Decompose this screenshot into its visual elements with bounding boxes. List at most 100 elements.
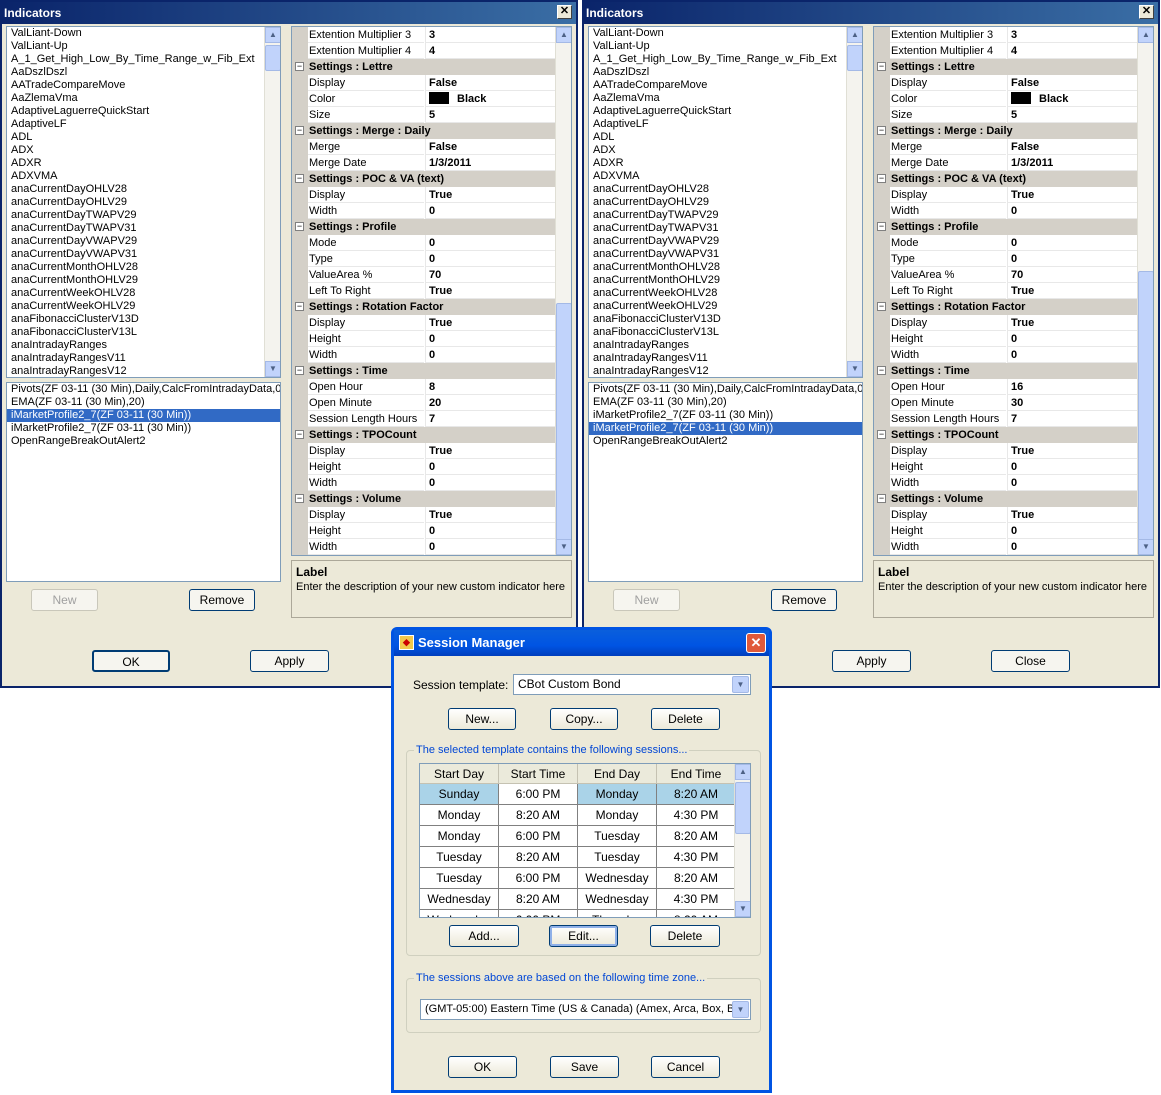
scroll-thumb[interactable] [847, 45, 862, 71]
collapse-icon[interactable]: − [877, 62, 886, 71]
property-row[interactable]: Display True [874, 443, 1139, 459]
property-category[interactable]: − Settings : TPOCount [874, 427, 1139, 443]
cell-start-day[interactable]: Wednesday [420, 910, 499, 917]
list-item[interactable]: anaCurrentDayOHLV29 [7, 196, 280, 209]
collapse-icon[interactable]: − [295, 174, 304, 183]
sessions-table[interactable]: Start Day Start Time End Day End Time Su… [419, 763, 751, 918]
new-button[interactable]: New [613, 589, 680, 611]
property-row[interactable]: Size 5 [292, 107, 557, 123]
list-item[interactable]: AdaptiveLaguerreQuickStart [7, 105, 280, 118]
property-row[interactable]: Extention Multiplier 44 [292, 43, 557, 59]
available-indicators-list[interactable]: ValLiant-Down ValLiant-Up A_1_Get_High_Low… [6, 26, 281, 378]
property-category[interactable]: − Settings : Rotation Factor [292, 299, 557, 315]
table-row[interactable]: Tuesday 6:00 PM Wednesday 8:20 AM [420, 868, 736, 889]
cell-start-day[interactable]: Monday [420, 805, 499, 826]
property-row[interactable]: Height 0 [292, 523, 557, 539]
property-value[interactable]: 70 [1007, 267, 1139, 283]
property-row[interactable]: Open Minute 30 [874, 395, 1139, 411]
property-value[interactable]: 0 [425, 539, 557, 555]
applied-indicators-list[interactable]: Pivots(ZF 03-11 (30 Min),Daily,CalcFromI… [6, 382, 281, 582]
cell-end-day[interactable]: Tuesday [578, 847, 657, 868]
list-item[interactable]: anaCurrentWeekOHLV28 [7, 287, 280, 300]
list-item[interactable]: ADL [589, 131, 862, 144]
property-value[interactable]: 0 [1007, 235, 1139, 251]
property-row[interactable]: Extention Multiplier 33 [874, 27, 1139, 43]
scroll-down-icon[interactable]: ▼ [735, 901, 750, 917]
delete-session-button[interactable]: Delete [650, 925, 720, 947]
property-value[interactable]: True [425, 187, 557, 203]
property-row[interactable]: Extention Multiplier 33 [292, 27, 557, 43]
property-value[interactable]: Black [1007, 91, 1139, 107]
property-row[interactable]: Display False [292, 75, 557, 91]
cell-end-day[interactable]: Wednesday [578, 889, 657, 910]
apply-button[interactable]: Apply [832, 650, 911, 672]
property-value[interactable]: 7 [1007, 411, 1139, 427]
property-value[interactable]: True [1007, 187, 1139, 203]
property-row[interactable]: Session Length Hours 7 [874, 411, 1139, 427]
list-item[interactable]: AaDszlDszl [589, 66, 862, 79]
cell-start-time[interactable]: 6:00 PM [499, 826, 578, 847]
list-item[interactable]: ADXVMA [7, 170, 280, 183]
property-row[interactable]: Display True [292, 507, 557, 523]
list-item[interactable]: Pivots(ZF 03-11 (30 Min),Daily,CalcFromI… [589, 383, 862, 396]
collapse-icon[interactable]: − [295, 222, 304, 231]
close-icon[interactable]: ✕ [746, 633, 766, 653]
table-row[interactable]: Wednesday6:00 PMThursday8:20 AM [420, 910, 736, 917]
list-item[interactable]: EMA(ZF 03-11 (30 Min),20) [589, 396, 862, 409]
collapse-icon[interactable]: − [295, 430, 304, 439]
property-row[interactable]: Height 0 [292, 459, 557, 475]
collapse-icon[interactable]: − [295, 62, 304, 71]
property-row[interactable]: Color Black [292, 91, 557, 107]
list-item[interactable]: ADL [7, 131, 280, 144]
list-item[interactable]: anaCurrentDayVWAPV29 [589, 235, 862, 248]
collapse-icon[interactable]: − [877, 174, 886, 183]
list-item[interactable]: AdaptiveLF [7, 118, 280, 131]
property-value[interactable]: 0 [425, 203, 557, 219]
cell-end-time[interactable]: 4:30 PM [657, 847, 736, 868]
property-value[interactable]: 0 [425, 251, 557, 267]
list-item[interactable]: anaCurrentWeekOHLV29 [7, 300, 280, 313]
property-row[interactable]: Display False [874, 75, 1139, 91]
cell-start-day[interactable]: Monday [420, 826, 499, 847]
table-row[interactable]: Monday 6:00 PM Tuesday 8:20 AM [420, 826, 736, 847]
scroll-thumb[interactable] [1138, 271, 1153, 541]
collapse-icon[interactable]: − [877, 430, 886, 439]
property-value[interactable]: 0 [425, 475, 557, 491]
column-header-start-day[interactable]: Start Day [420, 764, 499, 784]
vertical-scrollbar[interactable]: ▲ ▼ [555, 27, 571, 555]
scroll-up-icon[interactable]: ▲ [556, 27, 571, 43]
property-value[interactable]: 0 [1007, 251, 1139, 267]
property-row[interactable]: Open Hour 16 [874, 379, 1139, 395]
column-header-end-time[interactable]: End Time [657, 764, 736, 784]
property-category[interactable]: − Settings : Merge : Daily [874, 123, 1139, 139]
property-value[interactable]: 1/3/2011 [1007, 155, 1139, 171]
property-value[interactable]: True [1007, 315, 1139, 331]
list-item[interactable]: anaFibonacciClusterV13L [589, 326, 862, 339]
property-row[interactable]: Merge Date 1/3/2011 [874, 155, 1139, 171]
session-template-select[interactable]: CBot Custom Bond ▼ [513, 674, 751, 695]
scroll-up-icon[interactable]: ▲ [265, 27, 280, 43]
cell-end-day[interactable]: Monday [578, 784, 657, 805]
property-value[interactable]: 0 [425, 459, 557, 475]
property-value[interactable]: False [1007, 139, 1139, 155]
property-value[interactable]: 20 [425, 395, 557, 411]
property-row[interactable]: Display True [874, 315, 1139, 331]
applied-indicators-list[interactable]: Pivots(ZF 03-11 (30 Min),Daily,CalcFromI… [588, 382, 863, 582]
collapse-icon[interactable]: − [295, 302, 304, 311]
property-value[interactable]: 7 [425, 411, 557, 427]
property-category[interactable]: − Settings : Merge : Daily [292, 123, 557, 139]
table-row[interactable]: Tuesday 8:20 AM Tuesday 4:30 PM [420, 847, 736, 868]
list-item[interactable]: iMarketProfile2_7(ZF 03-11 (30 Min)) [589, 422, 862, 435]
list-item[interactable]: anaIntradayRangesV12 [589, 365, 862, 377]
property-value[interactable]: 5 [425, 107, 557, 123]
table-row[interactable]: Wednesday 8:20 AM Wednesday 4:30 PM [420, 889, 736, 910]
collapse-icon[interactable]: − [877, 302, 886, 311]
title-bar[interactable]: ◆ Session Manager ✕ [394, 630, 769, 656]
property-category[interactable]: − Settings : Rotation Factor [874, 299, 1139, 315]
close-icon[interactable]: ✕ [557, 5, 572, 19]
collapse-icon[interactable]: − [877, 222, 886, 231]
list-item[interactable]: anaCurrentMonthOHLV28 [7, 261, 280, 274]
list-item[interactable]: AdaptiveLaguerreQuickStart [589, 105, 862, 118]
cell-start-day[interactable]: Wednesday [420, 889, 499, 910]
list-item[interactable]: AaZlemaVma [589, 92, 862, 105]
